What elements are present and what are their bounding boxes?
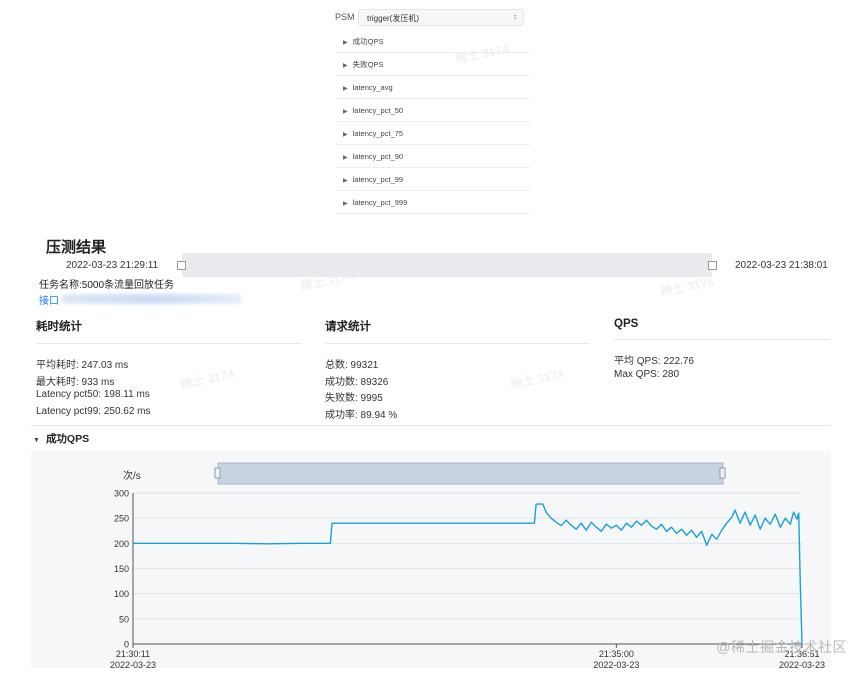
- series-line: [133, 503, 803, 645]
- y-tick-label: 250: [114, 514, 129, 524]
- stat-row: Max QPS: 280: [614, 368, 680, 380]
- stat-row: 最大耗时: 933 ms: [36, 376, 115, 388]
- y-tick-label: 150: [114, 564, 129, 574]
- stat-row: 平均 QPS: 222.76: [614, 356, 695, 367]
- chart-zoom-slider[interactable]: [217, 462, 724, 485]
- page-title: 压测结果: [46, 239, 107, 256]
- metric-item-latency-pct-99[interactable]: ▶ latency_pct_99: [336, 169, 531, 191]
- request-stats-title: 请求统计: [325, 318, 590, 344]
- metric-list: ▶ 成功QPS ▶ 失败QPS ▶ latency_avg ▶ latency_pct_…: [336, 31, 531, 215]
- site-watermark: @稀土掘金技术社区: [716, 639, 847, 655]
- latency-stats: 耗时统计 平均耗时: 247.03 ms 最大耗时: 933 ms Latenc…: [36, 318, 301, 422]
- request-stats: 请求统计 总数: 99321 成功数: 89326 失败数: 9995 成功率:…: [325, 318, 590, 422]
- y-axis-label: 次/s: [123, 469, 141, 482]
- section-divider: [31, 425, 831, 426]
- x-tick-label: 21:35:00: [599, 649, 634, 659]
- y-tick-label: 200: [114, 539, 129, 549]
- redacted-interface-name: [62, 294, 242, 304]
- success-qps-chart: 次/s 0 50 100 150 200 250 300 21:30:11 2022-03-23 2…: [31, 451, 831, 668]
- section-title: 成功QPS: [45, 433, 90, 445]
- y-tick-label: 50: [119, 614, 129, 624]
- caret-right-icon: ▶: [343, 109, 348, 115]
- caret-right-icon: ▶: [343, 201, 348, 207]
- caret-down-icon: ▼: [33, 437, 40, 444]
- stat-row: Latency pct99: 250.62 ms: [36, 405, 151, 417]
- metric-item-latency-avg[interactable]: ▶ latency_avg: [336, 77, 531, 99]
- metric-item-latency-pct-90[interactable]: ▶ latency_pct_90: [336, 146, 531, 168]
- caret-right-icon: ▶: [343, 86, 348, 92]
- psm-label: PSM: [335, 12, 355, 22]
- time-range-slider[interactable]: [177, 253, 717, 277]
- x-tick-date: 2022-03-23: [110, 660, 156, 668]
- psm-selected-value: trigger(发压机): [367, 14, 420, 23]
- x-tick-label: 21:30:11: [116, 649, 150, 659]
- x-tick-date: 2022-03-23: [779, 660, 825, 668]
- time-range-end: 2022-03-23 21:38:01: [735, 260, 828, 271]
- stat-row: 成功数: 89326: [325, 376, 389, 388]
- stat-row: 成功率: 89.94 %: [325, 409, 398, 421]
- caret-right-icon: ▶: [343, 178, 348, 184]
- caret-right-icon: ▶: [343, 40, 348, 46]
- y-tick-label: 100: [114, 589, 129, 599]
- y-tick-label: 300: [114, 489, 129, 499]
- zoom-start-handle[interactable]: [214, 467, 221, 479]
- stat-row: 失败数: 9995: [325, 393, 383, 404]
- stat-row: 平均耗时: 247.03 ms: [36, 360, 129, 371]
- metric-item-latency-pct-75[interactable]: ▶ latency_pct_75: [336, 123, 531, 145]
- qps-stats-title: QPS: [614, 318, 830, 340]
- time-range-start: 2022-03-23 21:29:11: [66, 260, 159, 271]
- stat-row: 总数: 99321: [325, 360, 379, 371]
- chart-svg: 次/s05010015020025030021:30:112022-03-232…: [110, 462, 825, 668]
- caret-right-icon: ▶: [343, 155, 348, 161]
- success-qps-section-toggle[interactable]: ▼ 成功QPS: [33, 431, 89, 446]
- metric-item-latency-pct-50[interactable]: ▶ latency_pct_50: [336, 100, 531, 122]
- x-tick-date: 2022-03-23: [593, 660, 639, 668]
- range-start-handle[interactable]: [177, 261, 186, 270]
- stat-row: Latency pct50: 198.11 ms: [36, 389, 150, 400]
- qps-stats: QPS 平均 QPS: 222.76 Max QPS: 280: [614, 318, 830, 385]
- task-name: 任务名称:5000条流量回放任务: [39, 280, 175, 291]
- chevron-up-down-icon: ↕: [513, 12, 517, 21]
- y-tick-label: 0: [124, 640, 129, 650]
- caret-right-icon: ▶: [343, 63, 348, 69]
- interface-link[interactable]: 接口: [39, 292, 59, 307]
- psm-select[interactable]: trigger(发压机) ↕: [358, 9, 524, 26]
- latency-stats-title: 耗时统计: [36, 318, 301, 344]
- metric-item-latency-pct-999[interactable]: ▶ latency_pct_999: [336, 192, 531, 214]
- range-end-handle[interactable]: [708, 261, 717, 270]
- zoom-end-handle[interactable]: [719, 467, 726, 479]
- caret-right-icon: ▶: [343, 132, 348, 138]
